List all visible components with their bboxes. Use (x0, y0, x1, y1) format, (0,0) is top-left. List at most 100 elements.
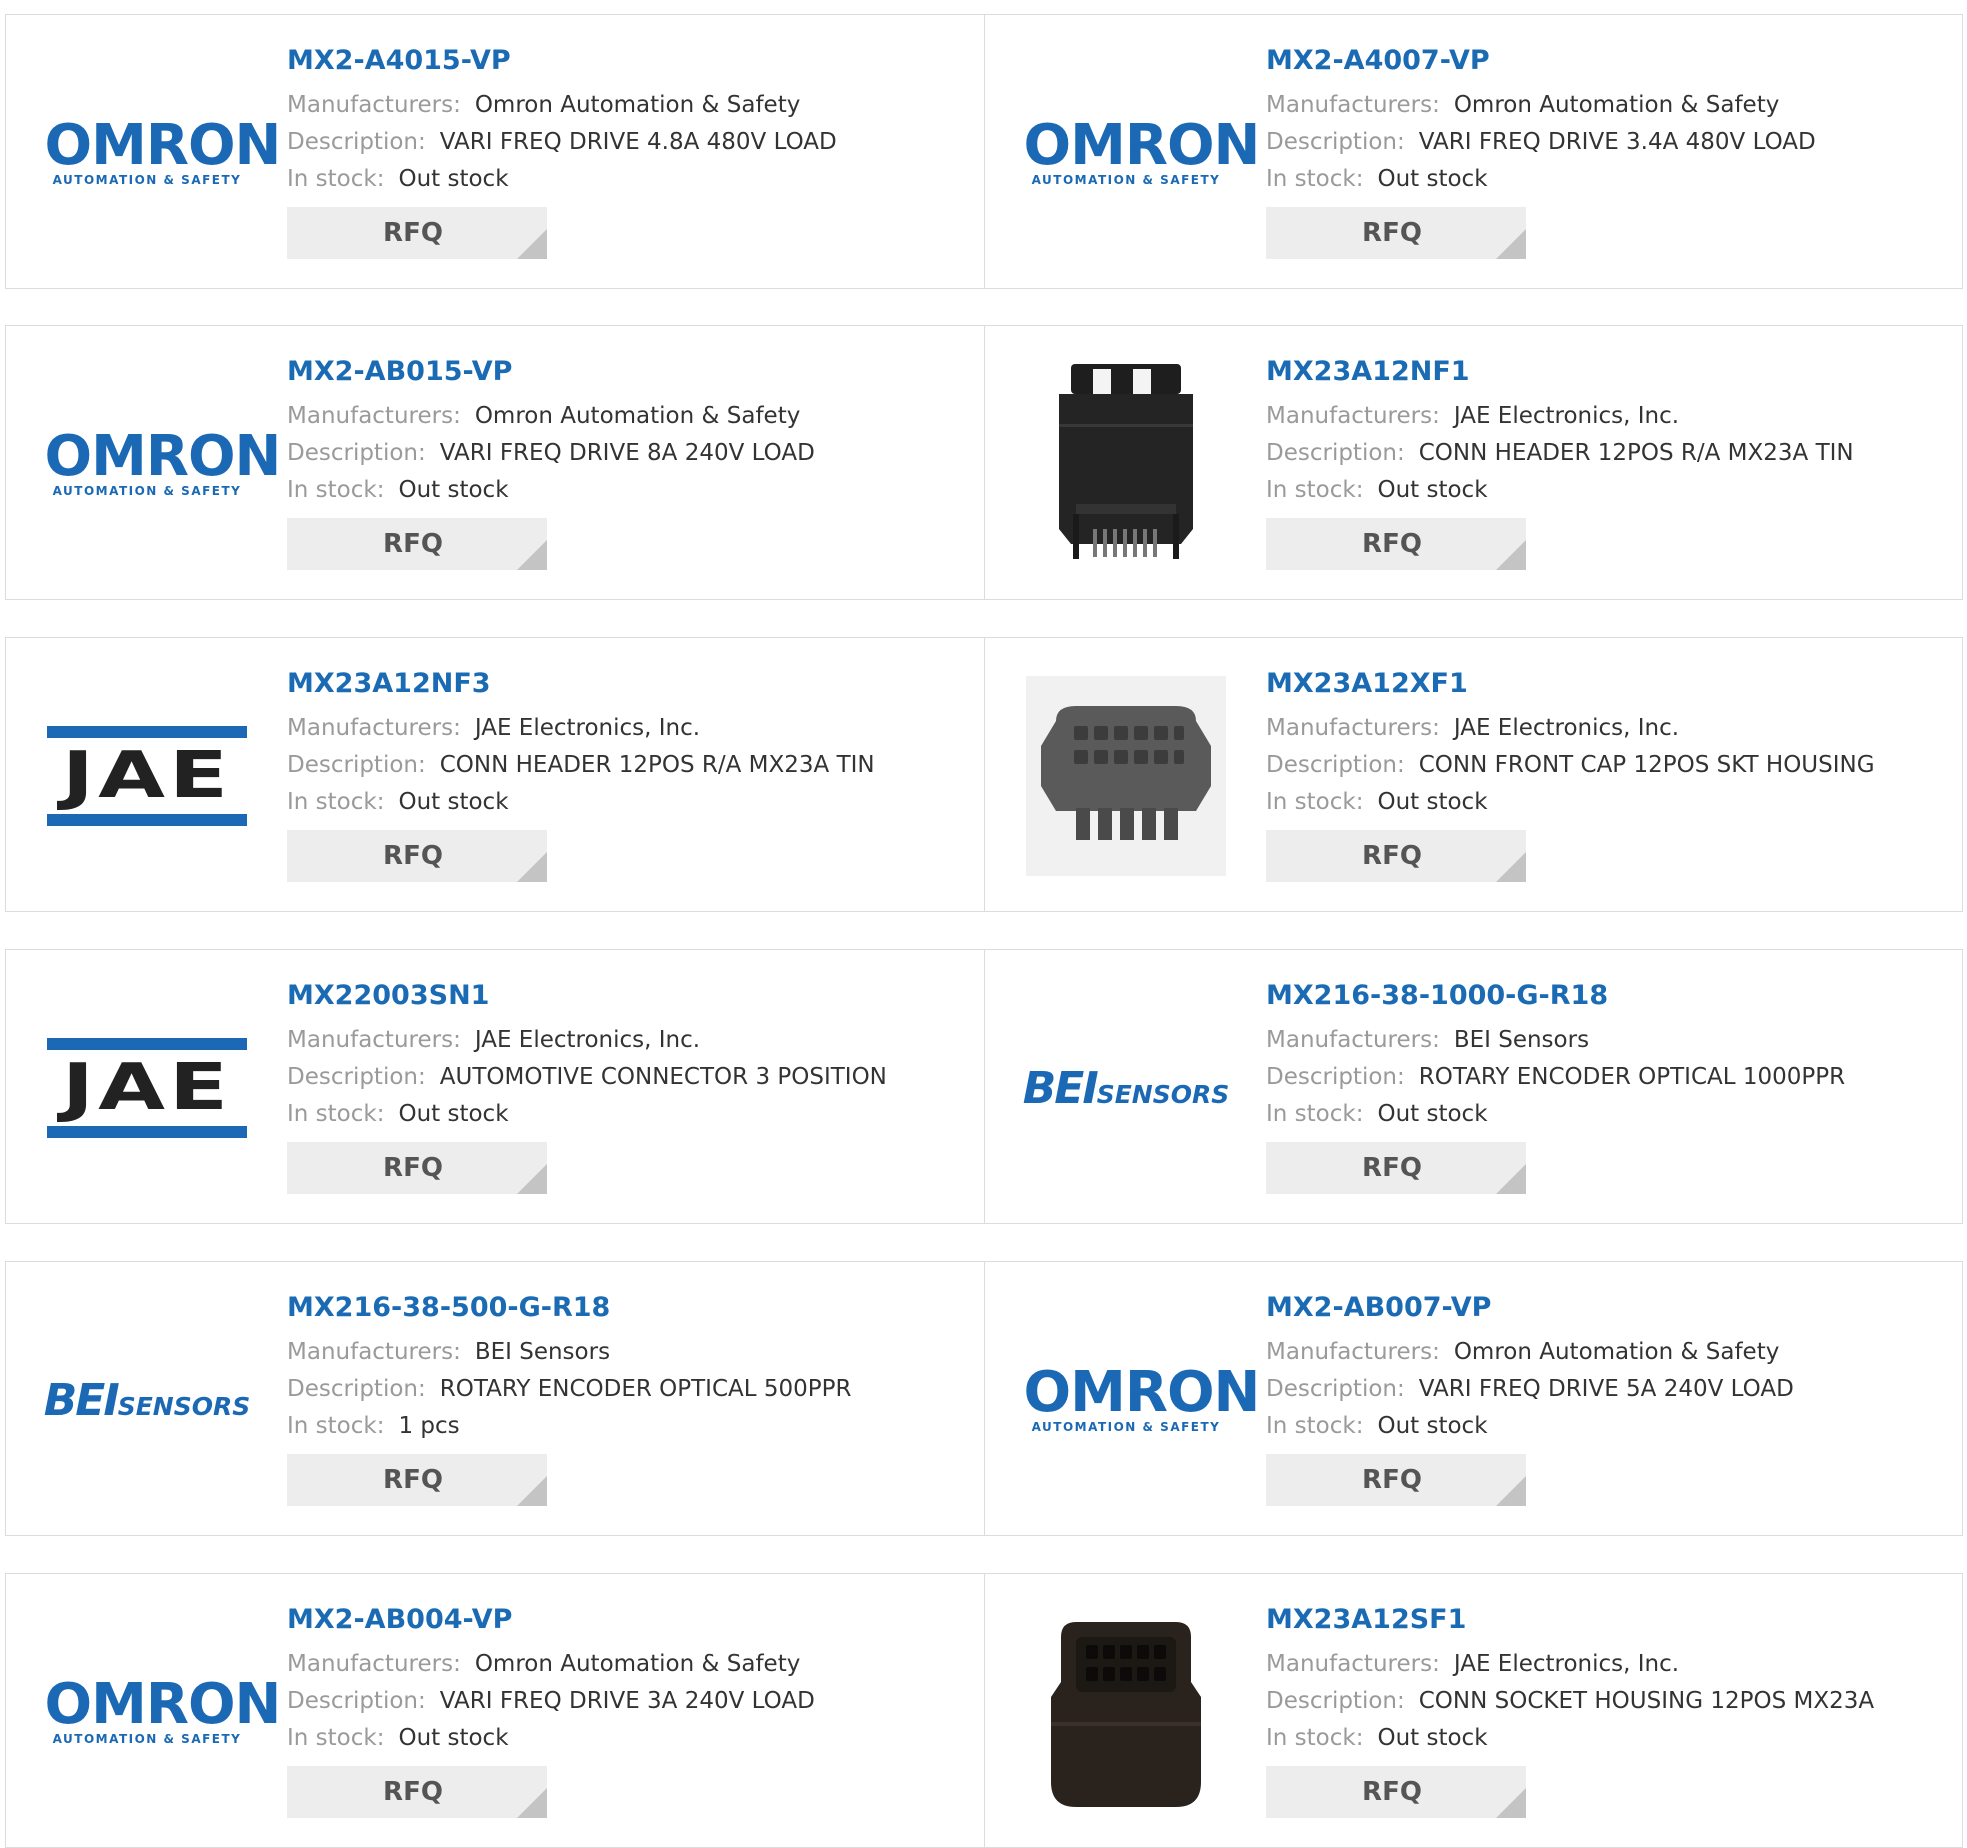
description-value: VARI FREQ DRIVE 8A 240V LOAD (439, 440, 815, 466)
product-row: OMRON AUTOMATION & SAFETY MX2-A4015-VP Ma… (5, 14, 1963, 289)
rfq-corner-triangle-icon (1496, 229, 1526, 259)
omron-logo-word: OMRON (1023, 113, 1261, 178)
rfq-label: RFQ (1362, 1153, 1422, 1183)
manufacturer-value: JAE Electronics, Inc. (1453, 403, 1680, 429)
manufacturer-line: Manufacturers: Omron Automation & Safety (287, 87, 974, 124)
rfq-button[interactable]: RFQ (287, 1142, 547, 1194)
product-image[interactable] (1021, 364, 1231, 564)
manufacturer-line: Manufacturers: Omron Automation & Safety (287, 398, 974, 435)
product-row: BEISENSORS MX216-38-500-G-R18 Manufacture… (5, 1261, 1963, 1536)
rfq-label: RFQ (1362, 529, 1422, 559)
rfq-button[interactable]: RFQ (1266, 1766, 1526, 1818)
description-line: Description: AUTOMOTIVE CONNECTOR 3 POSIT… (287, 1059, 974, 1096)
product-image[interactable]: BEISENSORS (42, 1300, 252, 1500)
product-image[interactable]: OMRON AUTOMATION & SAFETY (1021, 1300, 1261, 1500)
description-label: Description: (287, 752, 426, 778)
bei-sensors-logo: BEISENSORS (44, 1375, 251, 1426)
manufacturer-label: Manufacturers: (287, 92, 461, 118)
rfq-corner-triangle-icon (1496, 1164, 1526, 1194)
rfq-button[interactable]: RFQ (287, 518, 547, 570)
product-image[interactable]: OMRON AUTOMATION & SAFETY (42, 53, 282, 253)
rfq-button[interactable]: RFQ (1266, 1454, 1526, 1506)
stock-label: In stock: (1266, 1413, 1364, 1439)
stock-label: In stock: (1266, 477, 1364, 503)
part-number-link[interactable]: MX2-AB015-VP (287, 354, 974, 390)
part-number-link[interactable]: MX23A12SF1 (1266, 1602, 1952, 1638)
rfq-label: RFQ (1362, 218, 1422, 248)
bei-logo-word: BEI (1022, 1062, 1099, 1114)
product-image[interactable]: OMRON AUTOMATION & SAFETY (42, 364, 282, 564)
stock-line: In stock: Out stock (287, 1720, 974, 1757)
bei-logo-sub: SENSORS (1096, 1079, 1230, 1109)
rfq-button[interactable]: RFQ (1266, 207, 1526, 259)
rfq-button[interactable]: RFQ (1266, 1142, 1526, 1194)
omron-logo-tagline: AUTOMATION & SAFETY (52, 484, 242, 498)
product-image[interactable] (1021, 676, 1231, 876)
rfq-label: RFQ (383, 529, 443, 559)
manufacturer-line: Manufacturers: BEI Sensors (287, 1334, 974, 1371)
product-card: OMRON AUTOMATION & SAFETY MX2-AB007-VP Ma… (984, 1262, 1962, 1535)
product-image[interactable]: JAE (42, 988, 252, 1188)
stock-line: In stock: Out stock (1266, 1720, 1952, 1757)
rfq-button[interactable]: RFQ (287, 1454, 547, 1506)
manufacturer-line: Manufacturers: BEI Sensors (1266, 1022, 1952, 1059)
stock-line: In stock: Out stock (1266, 784, 1952, 821)
product-info: MX23A12NF3 Manufacturers: JAE Electronics,… (287, 666, 974, 882)
product-info: MX216-38-1000-G-R18 Manufacturers: BEI Sen… (1266, 978, 1952, 1194)
rfq-label: RFQ (383, 1777, 443, 1807)
product-image[interactable]: JAE (42, 676, 252, 876)
product-row: JAE MX22003SN1 Manufacturers: JAE Electron… (5, 949, 1963, 1224)
manufacturer-line: Manufacturers: Omron Automation & Safety (287, 1646, 974, 1683)
product-info: MX216-38-500-G-R18 Manufacturers: BEI Sens… (287, 1290, 974, 1506)
part-number-link[interactable]: MX216-38-1000-G-R18 (1266, 978, 1952, 1014)
rfq-button[interactable]: RFQ (1266, 518, 1526, 570)
omron-logo-word: OMRON (44, 424, 282, 489)
manufacturer-label: Manufacturers: (1266, 715, 1440, 741)
omron-logo: OMRON AUTOMATION & SAFETY (1023, 113, 1261, 188)
manufacturer-value: Omron Automation & Safety (474, 403, 801, 429)
rfq-button[interactable]: RFQ (287, 830, 547, 882)
stock-line: In stock: Out stock (1266, 161, 1952, 198)
part-number-link[interactable]: MX216-38-500-G-R18 (287, 1290, 974, 1326)
part-number-link[interactable]: MX2-A4007-VP (1266, 43, 1952, 79)
rfq-button[interactable]: RFQ (1266, 830, 1526, 882)
part-number-link[interactable]: MX22003SN1 (287, 978, 974, 1014)
description-line: Description: ROTARY ENCODER OPTICAL 1000P… (1266, 1059, 1952, 1096)
description-line: Description: ROTARY ENCODER OPTICAL 500PP… (287, 1371, 974, 1408)
product-card: BEISENSORS MX216-38-500-G-R18 Manufacture… (6, 1262, 984, 1535)
product-image[interactable]: OMRON AUTOMATION & SAFETY (42, 1612, 282, 1812)
part-number-link[interactable]: MX2-AB007-VP (1266, 1290, 1952, 1326)
bei-sensors-logo: BEISENSORS (1023, 1063, 1230, 1114)
manufacturer-label: Manufacturers: (1266, 92, 1440, 118)
product-image[interactable]: BEISENSORS (1021, 988, 1231, 1188)
rfq-corner-triangle-icon (1496, 1476, 1526, 1506)
rfq-label: RFQ (1362, 841, 1422, 871)
rfq-button[interactable]: RFQ (287, 207, 547, 259)
description-label: Description: (287, 1688, 426, 1714)
description-line: Description: VARI FREQ DRIVE 8A 240V LOAD (287, 435, 974, 472)
product-card: OMRON AUTOMATION & SAFETY MX2-AB015-VP Ma… (6, 326, 984, 599)
part-number-link[interactable]: MX23A12NF3 (287, 666, 974, 702)
product-image[interactable]: OMRON AUTOMATION & SAFETY (1021, 53, 1261, 253)
connector-header-photo (1059, 364, 1193, 559)
stock-line: In stock: 1 pcs (287, 1408, 974, 1445)
part-number-link[interactable]: MX2-A4015-VP (287, 43, 974, 79)
product-info: MX23A12NF1 Manufacturers: JAE Electronics,… (1266, 354, 1952, 570)
part-number-link[interactable]: MX2-AB004-VP (287, 1602, 974, 1638)
stock-label: In stock: (1266, 789, 1364, 815)
jae-logo-word: JAE (61, 739, 233, 813)
part-number-link[interactable]: MX23A12XF1 (1266, 666, 1952, 702)
part-number-link[interactable]: MX23A12NF1 (1266, 354, 1952, 390)
description-label: Description: (1266, 752, 1405, 778)
description-value: CONN HEADER 12POS R/A MX23A TIN (439, 752, 875, 778)
rfq-corner-triangle-icon (517, 229, 547, 259)
rfq-button[interactable]: RFQ (287, 1766, 547, 1818)
stock-label: In stock: (287, 1101, 385, 1127)
description-value: CONN SOCKET HOUSING 12POS MX23A (1418, 1688, 1875, 1714)
rfq-label: RFQ (383, 1153, 443, 1183)
manufacturer-label: Manufacturers: (1266, 403, 1440, 429)
manufacturer-label: Manufacturers: (1266, 1339, 1440, 1365)
manufacturer-label: Manufacturers: (287, 1651, 461, 1677)
product-image[interactable] (1021, 1612, 1231, 1812)
rfq-corner-triangle-icon (517, 540, 547, 570)
